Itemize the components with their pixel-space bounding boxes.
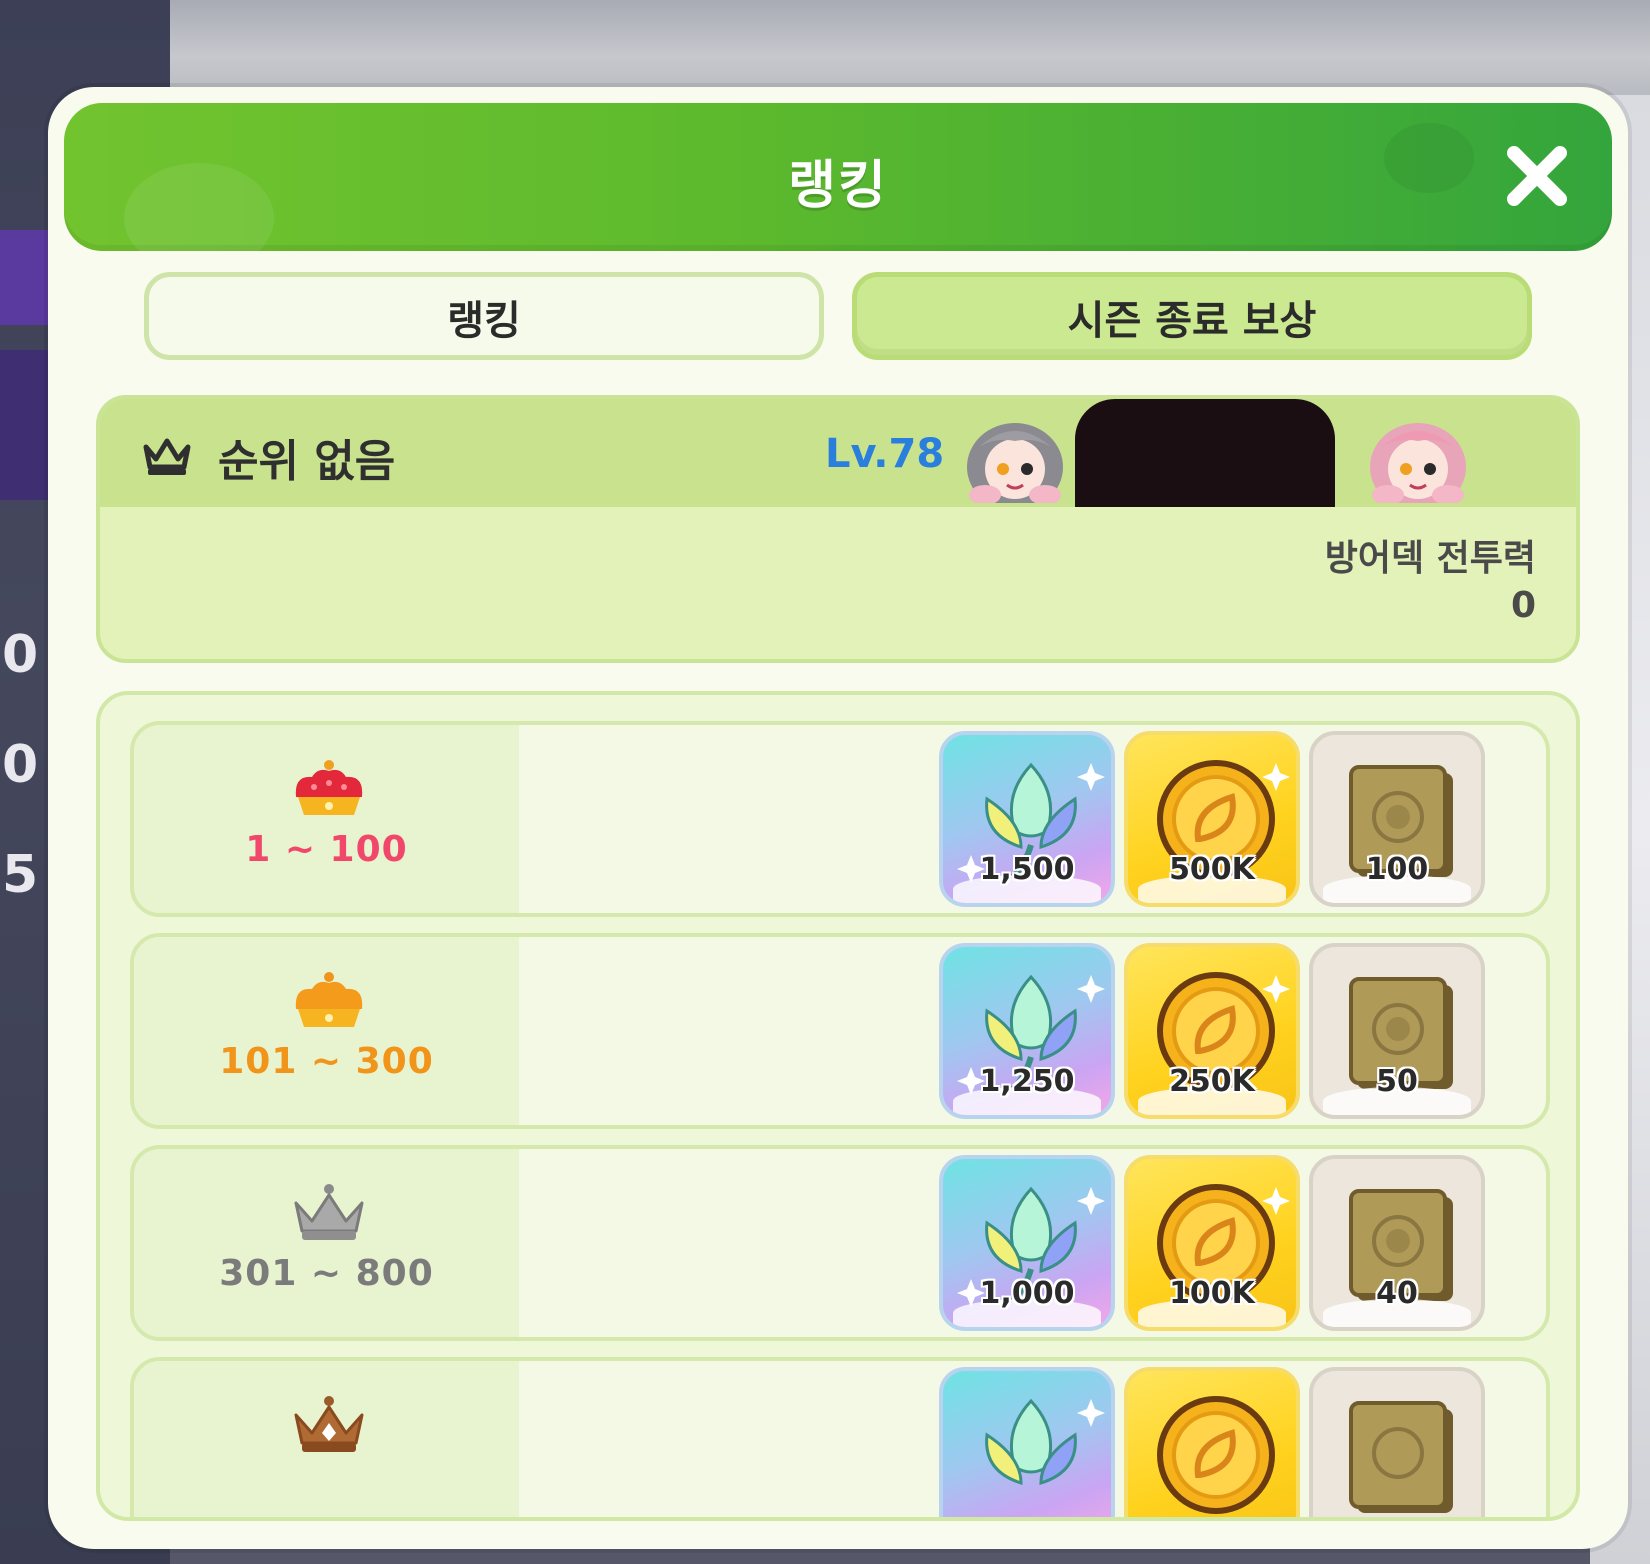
crystal-sprout-icon[interactable]: 1,000 <box>939 1155 1115 1331</box>
defense-power-label: 방어덱 전투력 <box>1324 538 1536 579</box>
gold-coin-icon[interactable]: 500K <box>1124 731 1300 907</box>
ranking-modal: 랭킹 랭킹 시즌 종료 보상 순위 없음 Lv.78 방어덱 전투력 0 1 ~… <box>48 87 1628 1549</box>
reward-row: 101 ~ 300 1,250 250K 50 <box>130 933 1550 1129</box>
item-quantity: 1,500 <box>979 852 1075 887</box>
defense-power-value: 0 <box>1510 585 1536 626</box>
bronze-crown-icon <box>284 1393 374 1459</box>
item-quantity: 1,000 <box>979 1276 1075 1311</box>
book-icon[interactable]: 50 <box>1309 943 1485 1119</box>
background-number: 5 <box>2 845 39 905</box>
modal-header: 랭킹 <box>64 103 1612 251</box>
my-rank-panel: 순위 없음 Lv.78 방어덱 전투력 0 <box>96 395 1580 663</box>
gold-coin-icon[interactable]: 100K <box>1124 1155 1300 1331</box>
reward-row: 301 ~ 800 1,000 100K 40 <box>130 1145 1550 1341</box>
tier-range-label: 101 ~ 300 <box>219 1041 434 1082</box>
redacted-avatar <box>1075 399 1335 507</box>
player-level: Lv.78 <box>825 431 945 477</box>
reward-row <box>130 1357 1550 1517</box>
item-quantity: 40 <box>1376 1276 1418 1311</box>
crystal-sprout-icon[interactable] <box>939 1367 1115 1517</box>
gold-crown-icon <box>284 969 374 1035</box>
item-quantity: 50 <box>1376 1064 1418 1099</box>
background-number: 0 <box>2 735 39 795</box>
reward-row: 1 ~ 100 1,500 500K 100 <box>130 721 1550 917</box>
book-icon[interactable] <box>1309 1367 1485 1517</box>
book-icon[interactable]: 100 <box>1309 731 1485 907</box>
item-quantity: 100K <box>1169 1276 1255 1311</box>
tier-range-label: 1 ~ 100 <box>245 829 408 870</box>
my-rank-text: 순위 없음 <box>218 436 396 487</box>
background-band <box>0 230 48 325</box>
silver-crown-icon <box>284 1181 374 1247</box>
close-icon[interactable] <box>1502 141 1572 211</box>
red-crown-icon <box>284 757 374 823</box>
item-quantity: 500K <box>1169 852 1255 887</box>
modal-title: 랭킹 <box>788 156 888 216</box>
item-quantity: 250K <box>1169 1064 1255 1099</box>
tier-range-label: 301 ~ 800 <box>219 1253 434 1294</box>
reward-list[interactable]: 1 ~ 100 1,500 500K 100 101 ~ 300 1,250 2… <box>96 691 1580 1521</box>
background-band <box>0 350 48 500</box>
background-scene <box>170 0 1650 95</box>
background-number: 0 <box>2 625 39 685</box>
crystal-sprout-icon[interactable]: 1,250 <box>939 943 1115 1119</box>
item-quantity: 100 <box>1365 852 1429 887</box>
avatar[interactable] <box>955 407 1075 503</box>
item-quantity: 1,250 <box>979 1064 1075 1099</box>
gold-coin-icon[interactable]: 250K <box>1124 943 1300 1119</box>
avatar[interactable] <box>1358 407 1478 503</box>
book-icon[interactable]: 40 <box>1309 1155 1485 1331</box>
crystal-sprout-icon[interactable]: 1,500 <box>939 731 1115 907</box>
tab-ranking[interactable]: 랭킹 <box>144 272 824 360</box>
gold-coin-icon[interactable] <box>1124 1367 1300 1517</box>
tab-season-end-reward[interactable]: 시즌 종료 보상 <box>852 272 1532 360</box>
crown-outline-icon <box>140 433 194 477</box>
